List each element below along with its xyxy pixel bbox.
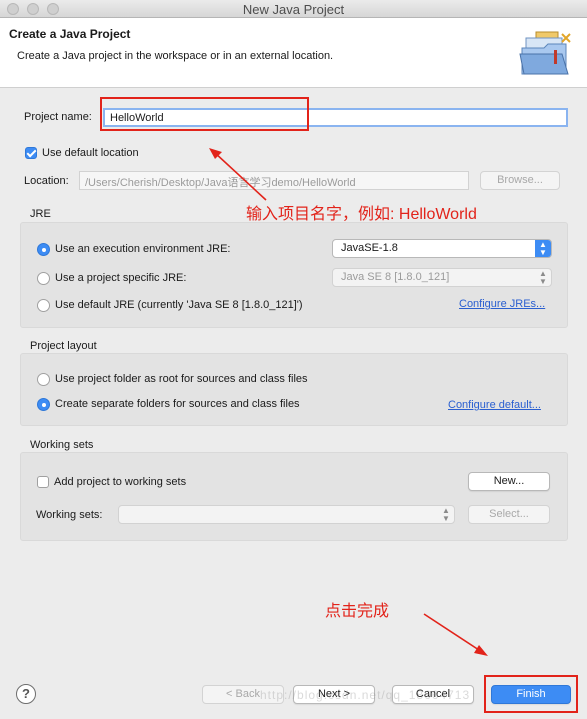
working-sets-group: Add project to working sets New... Worki… bbox=[20, 452, 568, 541]
jre-default-radio[interactable] bbox=[37, 299, 50, 312]
browse-button[interactable]: Browse... bbox=[480, 171, 560, 190]
execution-env-value: JavaSE-1.8 bbox=[341, 242, 398, 254]
project-specific-jre-select[interactable]: Java SE 8 [1.8.0_121] ▲ ▼ bbox=[332, 268, 552, 287]
execution-env-select[interactable]: JavaSE-1.8 ▲ ▼ bbox=[332, 239, 552, 258]
window-title: New Java Project bbox=[242, 2, 345, 17]
project-layout-group-title: Project layout bbox=[30, 340, 97, 352]
page-title: Create a Java Project bbox=[9, 27, 131, 41]
annotation-arrow-finish bbox=[423, 613, 488, 656]
help-icon[interactable]: ? bbox=[16, 684, 36, 704]
jre-project-specific-radio[interactable] bbox=[37, 272, 50, 285]
project-name-label: Project name: bbox=[24, 111, 92, 123]
annotation-box-name bbox=[100, 97, 309, 131]
project-layout-group: Use project folder as root for sources a… bbox=[20, 353, 568, 426]
layout-separate-radio[interactable] bbox=[37, 398, 50, 411]
layout-separate-label: Create separate folders for sources and … bbox=[55, 398, 300, 410]
working-sets-label: Working sets: bbox=[36, 509, 103, 521]
use-default-location-label: Use default location bbox=[42, 147, 139, 159]
chevron-updown-icon: ▲ ▼ bbox=[442, 506, 450, 523]
location-label: Location: bbox=[24, 175, 69, 187]
watermark: http://blog.csdn.net/qq_18664713 bbox=[260, 688, 471, 702]
add-to-working-sets-label: Add project to working sets bbox=[54, 476, 187, 488]
use-default-location-checkbox[interactable] bbox=[25, 147, 37, 159]
jre-group: Use an execution environment JRE: JavaSE… bbox=[20, 222, 568, 328]
new-working-set-button[interactable]: New... bbox=[468, 472, 550, 491]
jre-execution-env-label: Use an execution environment JRE: bbox=[55, 243, 231, 255]
annotation-finish-hint: 点击完成 bbox=[325, 603, 390, 620]
configure-jres-link[interactable]: Configure JREs... bbox=[459, 298, 545, 310]
project-specific-jre-value: Java SE 8 [1.8.0_121] bbox=[341, 271, 450, 283]
layout-root-label: Use project folder as root for sources a… bbox=[55, 373, 308, 385]
annotation-name-hint: 输入项目名字，例如: HelloWorld bbox=[246, 206, 477, 223]
chevron-updown-icon: ▲ ▼ bbox=[539, 269, 547, 286]
annotation-box-finish bbox=[484, 675, 578, 713]
jre-execution-env-radio[interactable] bbox=[37, 243, 50, 256]
jre-project-specific-label: Use a project specific JRE: bbox=[55, 272, 187, 284]
jre-group-title: JRE bbox=[30, 208, 51, 220]
working-sets-group-title: Working sets bbox=[30, 439, 94, 451]
layout-root-radio[interactable] bbox=[37, 373, 50, 386]
title-bar: New Java Project bbox=[0, 0, 587, 18]
jre-default-label: Use default JRE (currently 'Java SE 8 [1… bbox=[55, 299, 303, 311]
configure-default-link[interactable]: Configure default... bbox=[448, 399, 541, 411]
wizard-header: Create a Java Project Create a Java proj… bbox=[0, 18, 587, 88]
add-to-working-sets-checkbox[interactable] bbox=[37, 476, 49, 488]
chevron-updown-icon: ▲ ▼ bbox=[535, 240, 551, 257]
select-working-sets-button[interactable]: Select... bbox=[468, 505, 550, 524]
folder-wizard-icon bbox=[519, 31, 571, 75]
page-description: Create a Java project in the workspace o… bbox=[17, 50, 334, 62]
working-sets-select[interactable]: ▲ ▼ bbox=[118, 505, 455, 524]
